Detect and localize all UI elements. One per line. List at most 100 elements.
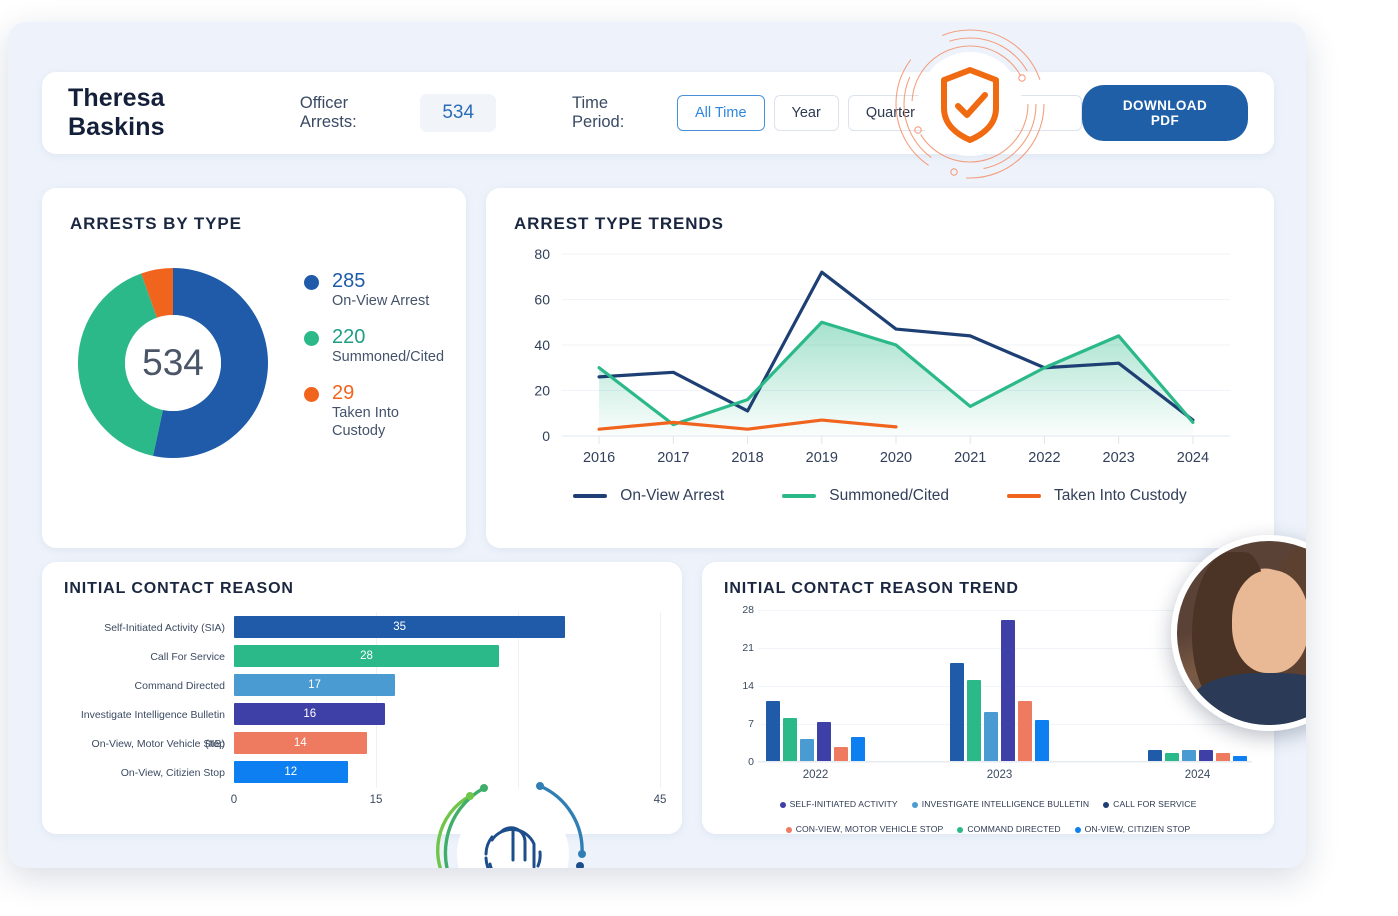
bar[interactable] <box>1018 701 1032 761</box>
bar[interactable] <box>817 721 831 761</box>
x-axis-tick: 15 <box>369 794 383 806</box>
avatar-uniform <box>1191 673 1306 725</box>
dashboard-shell: Theresa Baskins Officer Arrests: 534 Tim… <box>8 22 1306 868</box>
line-chart-svg: 0 20 40 60 80 2016 2017 2018 2019 2020 2021 2022 20… <box>534 246 1230 466</box>
bar-row[interactable]: 14 <box>234 728 660 757</box>
legend-item[interactable]: CALL FOR SERVICE <box>1103 798 1196 811</box>
bar-label: On-View, Motor Vehicle Stop <box>91 738 225 750</box>
y-axis-tick: 0 <box>748 756 754 768</box>
legend-label: INVESTIGATE INTELLIGENCE BULLETIN <box>921 799 1090 810</box>
legend-line-icon <box>782 494 817 498</box>
bar-row[interactable]: 28 <box>234 641 660 670</box>
bar[interactable] <box>1216 752 1230 761</box>
legend-item[interactable]: COMMAND DIRECTED <box>957 823 1061 836</box>
bar[interactable] <box>950 663 964 761</box>
x-axis-tick: 2023 <box>986 769 1013 781</box>
legend-dot-icon <box>304 387 319 402</box>
legend-dot-icon <box>304 331 319 346</box>
legend-item-summoned-cited[interactable]: 220 Summoned/Cited <box>304 326 444 366</box>
horizontal-bar-chart: Self-Initiated Activity (SIA) Call For Se… <box>64 612 661 788</box>
officer-avatar-overlay <box>1171 535 1306 731</box>
legend-item-taken-into-custody[interactable]: 29 Taken Into Custody <box>304 382 444 440</box>
bar-category-labels: Self-Initiated Activity (SIA) Call For Se… <box>64 612 234 788</box>
officer-arrests-label: Officer Arrests: <box>299 94 357 131</box>
legend-item-on-view-arrest[interactable]: 285 On-View Arrest <box>304 270 444 310</box>
bar[interactable] <box>984 712 998 761</box>
bar[interactable] <box>1035 720 1049 761</box>
x-axis-tick: 2017 <box>657 450 689 466</box>
bar[interactable] <box>1165 752 1179 761</box>
time-period-all-time[interactable]: All Time <box>676 95 765 131</box>
legend-dot-icon <box>1103 802 1110 808</box>
bar[interactable] <box>766 701 780 761</box>
shield-check-badge-overlay <box>892 26 1048 182</box>
bar[interactable] <box>1233 755 1247 761</box>
fingerprint-icon <box>436 782 586 868</box>
bar[interactable] <box>1148 750 1162 761</box>
legend-item[interactable]: INVESTIGATE INTELLIGENCE BULLETIN <box>911 798 1090 811</box>
x-axis-tick: 2024 <box>1184 769 1211 781</box>
arrests-by-type-title: ARRESTS BY TYPE <box>70 214 242 233</box>
bar-group: 2022 <box>766 701 865 781</box>
y-axis-tick: 28 <box>742 604 754 616</box>
donut-chart-container: 534 285 On-View Arrest 220 Summoned/Cite… <box>70 268 444 458</box>
legend-label: Taken Into Custody <box>1054 487 1187 504</box>
y-axis-tick: 0 <box>542 428 550 444</box>
page-title: Theresa Baskins <box>68 84 165 141</box>
bar-value: 12 <box>234 760 348 783</box>
bar[interactable] <box>800 739 814 761</box>
x-axis-tick: 2024 <box>1177 450 1209 466</box>
legend-label: SELF-INITIATED ACTIVITY <box>789 799 898 810</box>
legend-label: Taken Into Custody <box>332 405 399 439</box>
download-pdf-button[interactable]: DOWNLOAD PDF <box>1082 85 1249 141</box>
avatar-face <box>1232 570 1306 674</box>
bar[interactable] <box>967 679 981 761</box>
x-axis-tick: 2016 <box>583 450 615 466</box>
legend-label: On-View Arrest <box>620 487 725 504</box>
legend-item[interactable]: SELF-INITIATED ACTIVITY <box>779 798 898 811</box>
y-axis-tick: 14 <box>742 680 754 692</box>
legend-label: CON-VIEW, MOTOR VEHICLE STOP <box>795 824 944 835</box>
legend-label: CALL FOR SERVICE <box>1113 799 1197 810</box>
dashboard-header: Theresa Baskins Officer Arrests: 534 Tim… <box>42 72 1274 154</box>
legend-item[interactable]: CON-VIEW, MOTOR VEHICLE STOP <box>785 823 944 836</box>
bar-value: 17 <box>234 673 395 696</box>
bar-group: 2024 <box>1148 750 1247 781</box>
bar[interactable] <box>1001 619 1015 761</box>
avatar <box>1171 535 1306 731</box>
legend-dot-icon <box>911 802 918 808</box>
bar[interactable] <box>834 747 848 761</box>
legend-label: On-View Arrest <box>332 293 430 309</box>
bar-label: Call For Service <box>150 651 225 663</box>
bar[interactable] <box>783 717 797 761</box>
y-axis-tick: 20 <box>534 383 550 399</box>
y-axis-tick: 80 <box>534 246 550 262</box>
shield-check-icon <box>895 29 1045 179</box>
legend-value: 285 <box>332 270 366 292</box>
bar[interactable] <box>1182 750 1196 761</box>
bar-value: 16 <box>234 702 386 725</box>
bar[interactable] <box>851 736 865 761</box>
arrest-type-trends-panel: ARREST TYPE TRENDS 0 20 40 60 80 2016 2017 201… <box>486 188 1274 548</box>
bar-group: 2023 <box>950 619 1049 781</box>
bar-label: Investigate Intelligence Bulletin (IIB) <box>80 709 225 750</box>
time-period-year[interactable]: Year <box>773 95 839 131</box>
y-axis-tick: 21 <box>742 642 754 654</box>
y-axis-tick: 40 <box>534 337 550 353</box>
legend-line-icon <box>1007 494 1041 498</box>
time-period-label: Time Period: <box>572 94 625 131</box>
gridline <box>660 612 661 788</box>
donut-legend: 285 On-View Arrest 220 Summoned/Cited 29 <box>304 270 444 456</box>
officer-arrests-value: 534 <box>420 94 497 132</box>
bar-row[interactable]: 16 <box>234 699 660 728</box>
x-axis-tick: 2018 <box>731 450 763 466</box>
legend-item-taken-into-custody[interactable]: Taken Into Custody <box>1007 487 1187 505</box>
legend-dot-icon <box>785 826 792 833</box>
bar-row[interactable]: 35 <box>234 612 660 641</box>
legend-item-on-view-arrest[interactable]: On-View Arrest <box>573 487 724 505</box>
bar[interactable] <box>1199 750 1213 761</box>
bar-value: 35 <box>234 615 566 638</box>
legend-item[interactable]: ON-VIEW, CITIZIEN STOP <box>1074 823 1191 836</box>
legend-item-summoned-cited[interactable]: Summoned/Cited <box>782 487 949 505</box>
bar-row[interactable]: 17 <box>234 670 660 699</box>
